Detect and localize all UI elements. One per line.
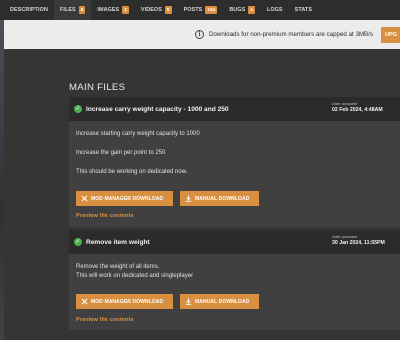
description-line: This should be working on dedicated now. — [76, 169, 188, 175]
file-header: ✓ Remove item weight Date uploaded 30 Ja… — [69, 230, 400, 254]
file-name: Remove item weight — [86, 238, 150, 246]
files-content: MAIN FILES ✓ Increase carry weight capac… — [4, 49, 400, 340]
upload-date: Date uploaded 30 Jan 2024, 11:55PM — [332, 234, 385, 246]
date-value: 30 Jan 2024, 11:55PM — [332, 240, 385, 246]
description-line: Increase starting carry weight capacity … — [76, 131, 200, 137]
tab-logs[interactable]: LOGS — [261, 0, 289, 20]
download-icon — [185, 195, 192, 202]
tab-bugs[interactable]: BUGS 4 — [223, 0, 261, 20]
tab-videos[interactable]: VIDEOS 5 — [135, 0, 178, 20]
manual-download-button[interactable]: MANUAL DOWNLOAD — [180, 294, 259, 309]
tab-posts[interactable]: POSTS 244 — [178, 0, 224, 20]
date-label: Date uploaded — [332, 234, 358, 239]
mod-manager-icon — [81, 195, 88, 202]
info-icon: i — [194, 30, 204, 39]
description-line: Increase the gain per point to 250 — [76, 150, 166, 156]
download-speed-notice: i Downloads for non-premium members are … — [4, 20, 400, 49]
tab-images[interactable]: IMAGES 2 — [91, 0, 135, 20]
mod-tabs: DESCRIPTION FILES 8 IMAGES 2 VIDEOS 5 POSTS… — [0, 0, 400, 20]
images-count-badge: 2 — [122, 6, 129, 14]
upgrade-button[interactable]: UPG — [381, 26, 400, 43]
mod-manager-download-button[interactable]: MOD MANAGER DOWNLOAD — [76, 294, 173, 309]
manual-download-button[interactable]: MANUAL DOWNLOAD — [180, 191, 259, 206]
files-count-badge: 8 — [78, 6, 86, 14]
download-icon — [185, 298, 192, 305]
section-title: MAIN FILES — [69, 82, 126, 93]
file-header: ✓ Increase carry weight capacity - 1000 … — [69, 97, 400, 121]
mod-manager-icon — [81, 298, 88, 305]
tab-files[interactable]: FILES 8 — [53, 0, 92, 20]
file-name: Increase carry weight capacity - 1000 an… — [86, 105, 229, 113]
date-label: Date uploaded — [332, 101, 358, 106]
date-value: 02 Feb 2024, 4:48AM — [332, 107, 383, 113]
description-line: Remove the weight of all items. — [76, 264, 160, 270]
notice-text: Downloads for non-premium members are ca… — [208, 31, 373, 38]
videos-count-badge: 5 — [164, 6, 172, 14]
description-line: This will work on dedicated and singlepl… — [76, 273, 194, 279]
preview-file-contents-link[interactable]: Preview file contents — [76, 213, 134, 219]
file-body: Increase starting carry weight capacity … — [69, 121, 400, 227]
file-body: Remove the weight of all items. This wil… — [69, 254, 400, 330]
preview-file-contents-link[interactable]: Preview file contents — [76, 317, 134, 323]
tab-description[interactable]: DESCRIPTION — [4, 0, 54, 20]
mod-manager-download-button[interactable]: MOD MANAGER DOWNLOAD — [76, 191, 173, 206]
check-circle-icon: ✓ — [74, 238, 82, 246]
bugs-count-badge: 4 — [248, 6, 255, 14]
tab-stats[interactable]: STATS — [289, 0, 318, 20]
check-circle-icon: ✓ — [74, 105, 82, 113]
upload-date: Date uploaded 02 Feb 2024, 4:48AM — [332, 101, 383, 113]
posts-count-badge: 244 — [205, 6, 218, 14]
